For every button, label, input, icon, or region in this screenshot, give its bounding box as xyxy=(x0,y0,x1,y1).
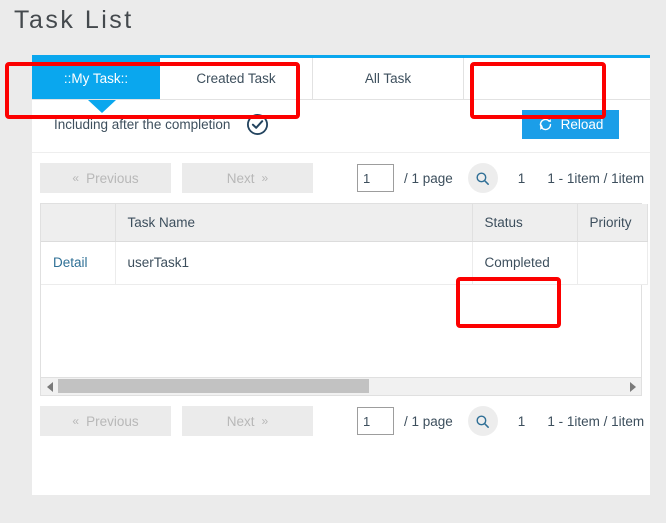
tab-my-task[interactable]: ::My Task:: xyxy=(32,58,160,99)
pagination-top: « Previous Next » / 1 page 1 1 - 1item /… xyxy=(32,153,650,203)
table-horizontal-scrollbar[interactable] xyxy=(41,377,641,395)
tab-all-task-label: All Task xyxy=(364,71,412,86)
detail-link[interactable]: Detail xyxy=(53,255,88,270)
cell-priority xyxy=(577,241,648,285)
tab-created-task-label: Created Task xyxy=(196,71,276,86)
previous-chevron-icon: « xyxy=(72,414,80,428)
scroll-right-arrow-icon[interactable] xyxy=(624,378,641,395)
previous-button-top-label: Previous xyxy=(86,170,139,186)
refresh-icon xyxy=(538,117,553,132)
page-number-input-top[interactable] xyxy=(357,164,394,192)
next-chevron-icon: » xyxy=(261,414,269,428)
page-number-input-bottom[interactable] xyxy=(357,407,394,435)
item-range-label-top: 1 - 1item / 1item xyxy=(547,170,645,186)
tab-my-task-label: ::My Task:: xyxy=(63,71,129,86)
scrollbar-track[interactable] xyxy=(58,378,624,395)
task-table-container: Task Name Status Priority Detail userTas… xyxy=(40,203,648,396)
next-button-top[interactable]: Next » xyxy=(182,163,313,193)
next-button-bottom-label: Next xyxy=(226,413,255,429)
toolbar: Including after the completion Reload xyxy=(32,100,650,153)
next-button-bottom[interactable]: Next » xyxy=(182,406,313,436)
current-page-label-bottom: 1 xyxy=(517,413,526,429)
include-completed-label[interactable]: Including after the completion xyxy=(54,117,230,132)
task-table: Task Name Status Priority Detail userTas… xyxy=(41,204,648,285)
cell-detail: Detail xyxy=(41,241,116,285)
reload-button-label: Reload xyxy=(560,117,604,132)
table-row[interactable]: Detail userTask1 Completed xyxy=(41,241,648,285)
next-chevron-icon: » xyxy=(261,171,269,185)
previous-button-bottom[interactable]: « Previous xyxy=(40,406,171,436)
column-header-status: Status xyxy=(472,204,578,242)
search-icon[interactable] xyxy=(467,163,498,193)
tab-created-task[interactable]: Created Task xyxy=(160,58,313,99)
previous-button-bottom-label: Previous xyxy=(86,413,139,429)
previous-button-top[interactable]: « Previous xyxy=(40,163,171,193)
tab-bar: ::My Task:: Created Task All Task xyxy=(32,55,650,113)
task-list-panel: ::My Task:: Created Task All Task Includ… xyxy=(32,55,650,495)
reload-button[interactable]: Reload xyxy=(522,110,619,139)
pagination-bottom: « Previous Next » / 1 page 1 1 - 1item /… xyxy=(32,396,650,446)
tab-all-task[interactable]: All Task xyxy=(313,58,464,99)
search-icon[interactable] xyxy=(467,406,498,436)
tab-bar-filler xyxy=(464,58,650,99)
page-total-label-top: / 1 page xyxy=(404,170,453,186)
item-range-label-bottom: 1 - 1item / 1item xyxy=(547,413,645,429)
previous-chevron-icon: « xyxy=(72,171,80,185)
next-button-top-label: Next xyxy=(226,170,255,186)
cell-status: Completed xyxy=(472,241,578,285)
cell-task-name: userTask1 xyxy=(115,241,473,285)
table-header-row: Task Name Status Priority xyxy=(41,204,648,242)
circle-check-icon[interactable] xyxy=(246,113,269,136)
current-page-label-top: 1 xyxy=(517,170,526,186)
page-total-label-bottom: / 1 page xyxy=(404,413,453,429)
column-header-task-name: Task Name xyxy=(115,204,473,242)
column-header-detail xyxy=(41,204,116,242)
scrollbar-thumb[interactable] xyxy=(58,379,370,393)
page-title: Task List xyxy=(14,6,134,34)
column-header-priority: Priority xyxy=(577,204,648,242)
scroll-left-arrow-icon[interactable] xyxy=(41,378,58,395)
